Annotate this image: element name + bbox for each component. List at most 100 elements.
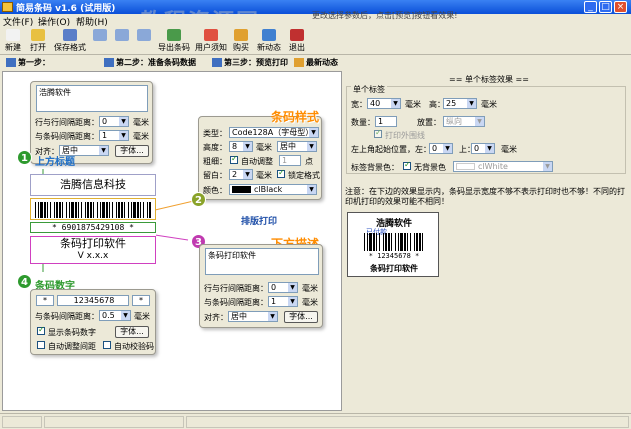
toolbar-button-7[interactable]: 用户须知 <box>194 27 228 55</box>
digits-gap-unit: 毫米 <box>134 312 150 321</box>
toolbar-button-2[interactable]: 保存格式 <box>52 27 88 55</box>
toolbar-button-4[interactable] <box>112 27 132 55</box>
preview-title: 浩腾软件 <box>375 219 412 229</box>
barcode-bar <box>422 233 423 251</box>
barcode-bar <box>388 233 390 251</box>
app-icon <box>2 2 13 12</box>
offset-left-select[interactable]: 0 <box>429 143 453 154</box>
margin-label: 留白： <box>203 171 227 180</box>
barcode-style-tag: 条码样式 <box>271 110 320 124</box>
show-digits-label: 显示条码数字 <box>48 328 96 337</box>
barcode-gap-select[interactable]: 1 <box>99 130 129 141</box>
step-3[interactable]: 第三步：预览打印 <box>212 57 288 68</box>
thickness-unit: 点 <box>305 157 313 166</box>
row-gap-select[interactable]: 0 <box>99 116 129 127</box>
preview-desc-frame: 条码打印软件 V x.x.x <box>30 236 156 264</box>
step-2[interactable]: 第二步：准备条码数据 <box>104 57 196 68</box>
label-preview[interactable]: 浩腾信息科技 * 6901875429108 * 条码打印软件 V x.x.x <box>30 174 156 264</box>
barcode-bar <box>38 202 39 218</box>
barcode-bar <box>56 202 58 218</box>
digits-suffix-input[interactable]: * <box>132 295 150 306</box>
toolbar-button-label: 新建 <box>5 43 21 52</box>
qty-label: 数量： <box>351 118 375 127</box>
barcode-bar <box>128 202 129 218</box>
margin-select[interactable]: 2 <box>229 169 253 180</box>
toolbar-button-0[interactable]: 新建 <box>2 27 24 55</box>
toolbar-button-8[interactable]: 购买 <box>230 27 252 55</box>
digits-value-input[interactable]: 12345678 <box>57 295 129 306</box>
barcode-height-select[interactable]: 8 <box>229 141 253 152</box>
font-button[interactable]: 字体... <box>115 145 149 157</box>
row-gap-select[interactable]: 0 <box>268 282 298 293</box>
auto-check-checkbox[interactable] <box>103 341 111 349</box>
preview-product: 条码打印软件 <box>60 237 126 250</box>
auto-check-label: 自动校验码 <box>114 342 154 351</box>
placement-label: 放置： <box>417 118 441 127</box>
toolbar-button-3[interactable] <box>90 27 110 55</box>
height-select[interactable]: 25 <box>443 98 477 109</box>
barcode-bar <box>140 202 141 218</box>
status-bar <box>0 413 631 429</box>
step-badge-4: 4 <box>17 274 32 289</box>
maximize-button[interactable]: □ <box>599 1 612 13</box>
auto-adjust-label: 自动调整 <box>241 157 273 166</box>
barcode-bar <box>116 202 117 218</box>
qty-input[interactable]: 1 <box>375 116 397 127</box>
barcode-color-select[interactable]: clBlack <box>229 184 317 195</box>
toolbar-button-6[interactable]: 导出条码 <box>156 27 192 55</box>
barcode-gap-select[interactable]: 1 <box>268 296 298 307</box>
barcode-bar <box>364 233 365 251</box>
bg-color-select[interactable]: clWhite <box>453 161 553 172</box>
auto-spacing-label: 自动调整间距 <box>48 342 96 351</box>
top-title-tag: 上方标题 <box>35 157 75 168</box>
toolbar-button-9[interactable]: 新动态 <box>254 27 284 55</box>
right-pane: == 单个标签效果 == 单个标签 宽： 40 毫米 高： 25 毫米 数量： … <box>343 71 629 411</box>
digits-font-button[interactable]: 字体... <box>115 326 149 338</box>
close-button[interactable]: × <box>614 1 627 13</box>
auto-adjust-checkbox[interactable] <box>230 154 238 164</box>
minimize-button[interactable]: _ <box>584 1 597 13</box>
toolbar-button-label: 保存格式 <box>54 43 86 52</box>
barcode-bar <box>416 233 418 251</box>
height-align-select[interactable]: 居中 <box>277 141 317 152</box>
thickness-input[interactable]: 1 <box>279 155 301 166</box>
barcode-bar <box>69 202 70 218</box>
print-frame-checkbox[interactable] <box>374 128 382 138</box>
toolbar-button-1[interactable]: 打开 <box>26 27 50 55</box>
barcode-bar <box>124 202 125 218</box>
show-digits-checkbox[interactable] <box>37 325 45 335</box>
barcode-bar <box>376 233 377 251</box>
digits-gap-select[interactable]: 0.5 <box>99 310 131 321</box>
barcode-bar <box>121 202 123 218</box>
barcode-type-select[interactable]: Code128A（字母型） <box>229 127 319 138</box>
font-button[interactable]: 字体... <box>284 311 318 323</box>
digits-prefix-input[interactable]: * <box>36 295 54 306</box>
toolbar-button-5[interactable] <box>134 27 154 55</box>
digits-panel: * 12345678 * 与条码间隔距离： 0.5 毫米 显示条码数字 字体..… <box>30 289 156 355</box>
toolbar-button-10[interactable]: 退出 <box>286 27 308 55</box>
step-badge-1: 1 <box>17 150 32 165</box>
auto-spacing-checkbox[interactable] <box>37 341 45 349</box>
barcode-bar <box>383 233 384 251</box>
placement-select[interactable]: 纵向 <box>443 116 485 127</box>
align-select[interactable]: 居中 <box>228 311 278 322</box>
bottom-desc-textarea[interactable]: 条码打印软件 <box>205 248 319 275</box>
barcode-bar <box>118 202 120 218</box>
barcode-bar <box>112 202 113 218</box>
no-bg-checkbox[interactable] <box>403 160 411 170</box>
step-1[interactable]: 第一步： <box>6 57 50 68</box>
fixed-format-checkbox[interactable] <box>277 168 285 178</box>
step-icon <box>212 58 222 67</box>
preview-product-small: 条码打印软件 <box>370 264 418 273</box>
barcode-bar <box>100 202 101 218</box>
type-label: 类型： <box>203 129 227 138</box>
step-news[interactable]: 最新动态 <box>294 57 338 68</box>
row-gap-unit: 毫米 <box>302 284 318 293</box>
barcode-bar <box>407 233 408 251</box>
top-title-textarea[interactable]: 浩腾软件 <box>36 85 148 112</box>
status-cell <box>2 416 42 428</box>
width-label: 宽： <box>351 100 367 109</box>
barcode-bar <box>50 202 51 218</box>
width-select[interactable]: 40 <box>367 98 401 109</box>
offset-top-select[interactable]: 0 <box>471 143 495 154</box>
